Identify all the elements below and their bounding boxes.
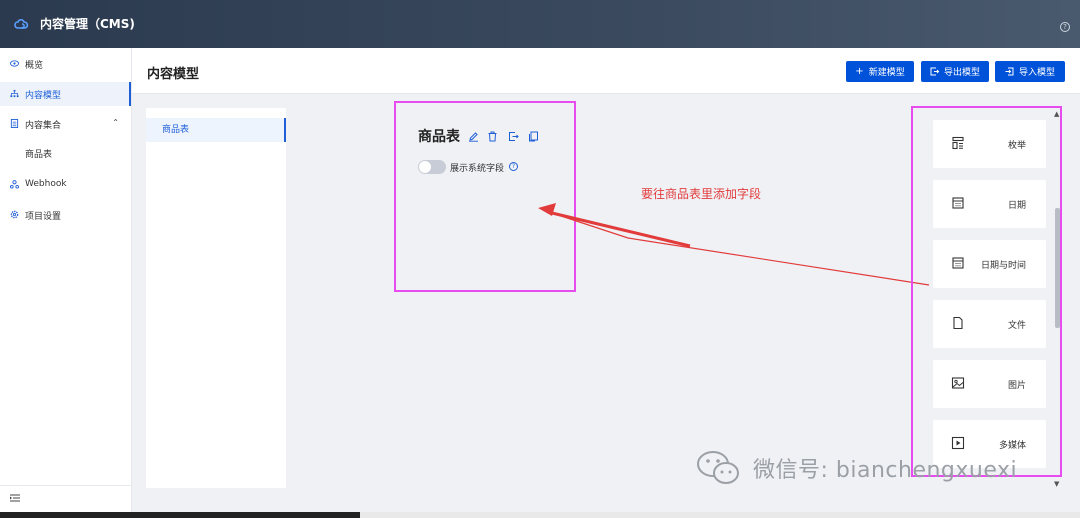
wechat-icon (697, 451, 739, 484)
footer-band-light (360, 512, 1080, 518)
sidebar-item-label: 内容模型 (25, 91, 62, 101)
field-type-list: 枚举 日期 日期与时间 文件 图片 多媒体 (930, 120, 1048, 490)
image-icon (951, 377, 965, 389)
model-list-panel: 商品表 (146, 108, 286, 488)
wechat-watermark: 微信号: bianchengxuexi (695, 448, 1017, 488)
delete-icon[interactable] (487, 131, 498, 142)
app-topbar: 内容管理（CMS) ? (0, 0, 1080, 48)
new-model-label: 新建模型 (868, 68, 905, 78)
field-type-label: 日期 (1007, 201, 1026, 211)
sidebar-item-webhook[interactable]: Webhook (0, 173, 131, 197)
field-type-label: 日期与时间 (980, 261, 1026, 271)
scrollbar-thumb[interactable] (1055, 208, 1060, 328)
sidebar-item-label: 概览 (25, 61, 44, 71)
sidebar: 概览 内容模型 内容集合 ⌃ 商品表 Webhook 项目设置 (0, 48, 132, 512)
chevron-up-icon[interactable]: ⌃ (112, 118, 119, 127)
cloud-logo-icon (14, 18, 29, 29)
field-type-label: 文件 (1007, 321, 1026, 331)
sidebar-subitem-product-table[interactable]: 商品表 (25, 145, 125, 165)
gear-icon (10, 210, 19, 219)
export-icon (930, 67, 939, 76)
footer-band (0, 512, 1080, 518)
export-model-icon[interactable] (508, 131, 519, 142)
sidebar-item-label: 内容集合 (25, 121, 62, 131)
calendar-icon (952, 257, 964, 269)
sidebar-item-project-settings[interactable]: 项目设置 (0, 203, 131, 227)
field-type-card[interactable]: 图片 (933, 360, 1046, 408)
model-name: 商品表 (418, 129, 460, 145)
scroll-up-icon[interactable]: ▲ (1054, 110, 1059, 118)
help-icon[interactable]: ? (1060, 22, 1070, 32)
new-model-button[interactable]: + 新建模型 (846, 61, 914, 82)
export-model-button[interactable]: 导出模型 (921, 61, 989, 82)
collapse-menu-icon[interactable] (10, 494, 20, 502)
copy-icon[interactable] (528, 131, 539, 142)
app-title: 内容管理（CMS) (40, 17, 135, 31)
help-question-icon[interactable]: ? (509, 162, 518, 171)
model-list-item[interactable]: 商品表 (146, 118, 286, 142)
watermark-text: 微信号: bianchengxuexi (753, 458, 1018, 483)
webhook-icon (10, 180, 19, 189)
import-model-label: 导入模型 (1018, 68, 1055, 78)
import-icon (1005, 67, 1014, 76)
edit-icon[interactable] (468, 131, 479, 142)
field-type-card[interactable]: 日期 (933, 180, 1046, 228)
show-system-fields-toggle[interactable] (418, 160, 446, 174)
scroll-down-icon[interactable]: ▼ (1054, 480, 1059, 488)
sidebar-item-label: 项目设置 (25, 212, 62, 222)
export-model-label: 导出模型 (943, 68, 980, 78)
plus-icon: + (855, 65, 864, 77)
sidebar-item-overview[interactable]: 概览 (0, 52, 131, 76)
toggle-label: 展示系统字段 (450, 164, 505, 174)
page-header: 内容模型 + 新建模型 导出模型 导入模型 (132, 48, 1080, 94)
sidebar-item-content-collection[interactable]: 内容集合 ⌃ (0, 112, 131, 136)
eye-icon (10, 60, 19, 67)
field-list-scrollbar[interactable]: ▲ ▼ (1052, 110, 1062, 488)
file-icon (953, 316, 963, 330)
page-title: 内容模型 (147, 67, 200, 82)
import-model-button[interactable]: 导入模型 (995, 61, 1065, 82)
field-type-card[interactable]: 日期与时间 (933, 240, 1046, 288)
model-tree-icon (10, 89, 19, 98)
field-type-card[interactable]: 文件 (933, 300, 1046, 348)
annotation-text: 要往商品表里添加字段 (641, 187, 762, 201)
enum-icon (952, 136, 964, 150)
calendar-icon (952, 197, 964, 209)
field-type-card[interactable]: 枚举 (933, 120, 1046, 168)
sidebar-item-label: Webhook (25, 179, 67, 189)
field-type-label: 图片 (1007, 381, 1026, 391)
sidebar-item-content-model[interactable]: 内容模型 (0, 82, 131, 106)
collection-icon (10, 119, 19, 128)
sidebar-divider (0, 485, 131, 486)
field-type-label: 枚举 (1007, 141, 1026, 151)
